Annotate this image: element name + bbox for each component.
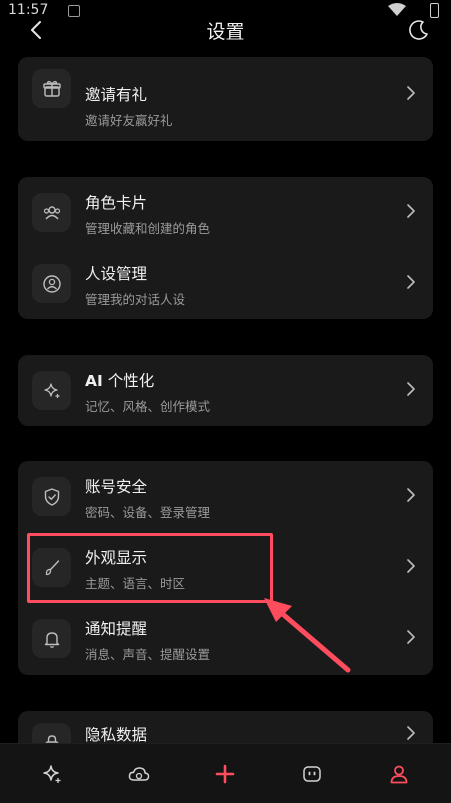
tab-create[interactable] [211, 760, 239, 788]
settings-section-ai: AI 个性化 记忆、风格、创作模式 [18, 355, 433, 426]
chevron-right-icon [407, 275, 415, 289]
row-title-text: 个性化 [102, 372, 155, 390]
settings-row-invite[interactable]: 邀请有礼 邀请好友赢好礼 [18, 57, 433, 128]
settings-section-invite: 邀请有礼 邀请好友赢好礼 [18, 57, 433, 141]
moon-icon [409, 20, 428, 40]
settings-section-account: 账号安全 密码、设备、登录管理 外观显示 主题、语言、时区 通知提醒 消息、声音… [18, 461, 433, 675]
settings-row-account-security[interactable]: 账号安全 密码、设备、登录管理 [18, 461, 433, 532]
user-circle-icon [32, 264, 71, 303]
settings-row-appearance[interactable]: 外观显示 主题、语言、时区 [18, 532, 433, 603]
chevron-right-icon [407, 559, 415, 573]
settings-row-notifications[interactable]: 通知提醒 消息、声音、提醒设置 [18, 603, 433, 674]
row-subtitle: 密码、设备、登录管理 [85, 505, 211, 520]
theme-toggle-button[interactable] [405, 16, 433, 44]
row-title: 角色卡片 [85, 194, 148, 212]
brush-icon [32, 548, 71, 587]
cloud-tab-icon [128, 767, 150, 781]
tab-chat[interactable] [125, 760, 153, 788]
users-icon [32, 193, 71, 232]
row-subtitle: 管理收藏和创建的角色 [85, 221, 211, 236]
row-title: 邀请有礼 [85, 86, 148, 104]
tab-messages[interactable] [298, 760, 326, 788]
chevron-right-icon [407, 488, 415, 502]
settings-row-ai-personalization[interactable]: AI 个性化 记忆、风格、创作模式 [18, 355, 433, 426]
tab-bar [0, 743, 451, 803]
chevron-right-icon [407, 382, 415, 396]
sparkle-icon [32, 371, 71, 410]
plus-tab-icon [215, 764, 235, 784]
page-title: 设置 [206, 21, 245, 43]
header: 设置 [0, 0, 451, 60]
message-tab-icon [303, 766, 321, 782]
row-title: AI 个性化 [85, 369, 154, 391]
row-subtitle: 管理我的对话人设 [85, 292, 186, 307]
tab-discover[interactable] [38, 760, 66, 788]
tab-profile[interactable] [385, 760, 413, 788]
chevron-right-icon [407, 86, 415, 100]
row-subtitle: 记忆、风格、创作模式 [85, 399, 211, 414]
shield-icon [32, 477, 71, 516]
row-subtitle: 邀请好友赢好礼 [85, 113, 173, 128]
profile-tab-icon [390, 765, 408, 784]
settings-row-persona[interactable]: 人设管理 管理我的对话人设 [18, 248, 433, 319]
row-title: 人设管理 [85, 265, 148, 283]
row-title: 账号安全 [85, 478, 148, 496]
ai-label: AI [85, 372, 103, 390]
chevron-right-icon [407, 726, 415, 740]
row-title: 通知提醒 [85, 620, 148, 638]
row-title: 外观显示 [85, 549, 148, 567]
sparkle-tab-icon [43, 765, 61, 783]
settings-row-character-cards[interactable]: 角色卡片 管理收藏和创建的角色 [18, 177, 433, 248]
settings-section-characters: 角色卡片 管理收藏和创建的角色 人设管理 管理我的对话人设 [18, 177, 433, 319]
row-subtitle: 消息、声音、提醒设置 [85, 647, 211, 662]
row-subtitle: 主题、语言、时区 [85, 576, 186, 591]
gift-icon [32, 69, 71, 108]
chevron-right-icon [407, 630, 415, 644]
chevron-right-icon [407, 204, 415, 218]
row-title: 隐私数据 [85, 726, 148, 744]
bell-icon [32, 619, 71, 658]
